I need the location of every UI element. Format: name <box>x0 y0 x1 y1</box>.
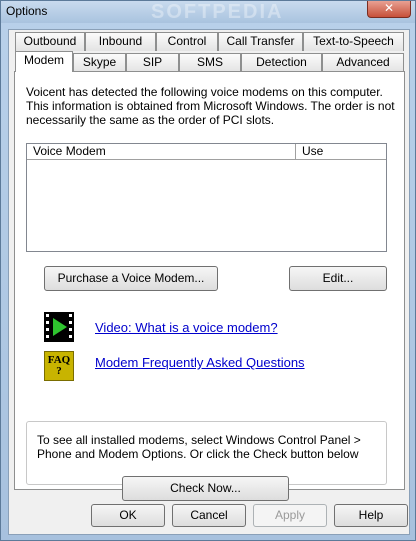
title-bar[interactable]: Options SOFTPEDIA ✕ <box>1 1 415 23</box>
tab-call-transfer[interactable]: Call Transfer <box>218 32 303 51</box>
faq-icon-text: FAQ ? <box>47 354 71 377</box>
check-now-button[interactable]: Check Now... <box>122 476 289 501</box>
tab-text-to-speech[interactable]: Text-to-Speech <box>303 32 404 51</box>
modem-panel: Voicent has detected the following voice… <box>14 71 405 501</box>
tab-outbound[interactable]: Outbound <box>15 32 85 51</box>
tab-inbound[interactable]: Inbound <box>85 32 156 51</box>
watermark: SOFTPEDIA <box>151 1 284 23</box>
list-header: Voice Modem Use <box>27 144 386 160</box>
modem-description: Voicent has detected the following voice… <box>26 85 395 127</box>
tab-modem[interactable]: Modem <box>15 51 73 72</box>
tab-control[interactable]: Control <box>156 32 218 51</box>
video-link[interactable]: Video: What is a voice modem? <box>95 320 278 335</box>
options-window: Options SOFTPEDIA ✕ Outbound Inbound Con… <box>0 0 416 541</box>
close-button[interactable]: ✕ <box>367 1 411 18</box>
tab-sms[interactable]: SMS <box>179 53 241 72</box>
check-instructions: To see all installed modems, select Wind… <box>37 433 361 461</box>
edit-button[interactable]: Edit... <box>289 266 387 291</box>
tab-advanced[interactable]: Advanced <box>322 53 404 72</box>
purchase-voice-modem-button[interactable]: Purchase a Voice Modem... <box>44 266 218 291</box>
faq-link[interactable]: Modem Frequently Asked Questions <box>95 355 305 370</box>
tab-sip[interactable]: SIP <box>126 53 179 72</box>
voice-modem-list[interactable]: Voice Modem Use <box>26 143 387 252</box>
tab-detection[interactable]: Detection <box>241 53 322 72</box>
tab-skype[interactable]: Skype <box>73 53 126 72</box>
apply-button[interactable]: Apply <box>253 504 327 527</box>
window-title: Options <box>6 4 48 18</box>
faq-icon[interactable]: FAQ ? <box>44 351 74 381</box>
ok-button[interactable]: OK <box>91 504 165 527</box>
column-use[interactable]: Use <box>296 144 386 160</box>
film-play-icon[interactable] <box>44 312 74 342</box>
help-button[interactable]: Help <box>334 504 408 527</box>
cancel-button[interactable]: Cancel <box>172 504 246 527</box>
close-icon: ✕ <box>383 1 395 15</box>
column-voice-modem[interactable]: Voice Modem <box>27 144 296 160</box>
dialog-client: Outbound Inbound Control Call Transfer T… <box>8 29 410 535</box>
